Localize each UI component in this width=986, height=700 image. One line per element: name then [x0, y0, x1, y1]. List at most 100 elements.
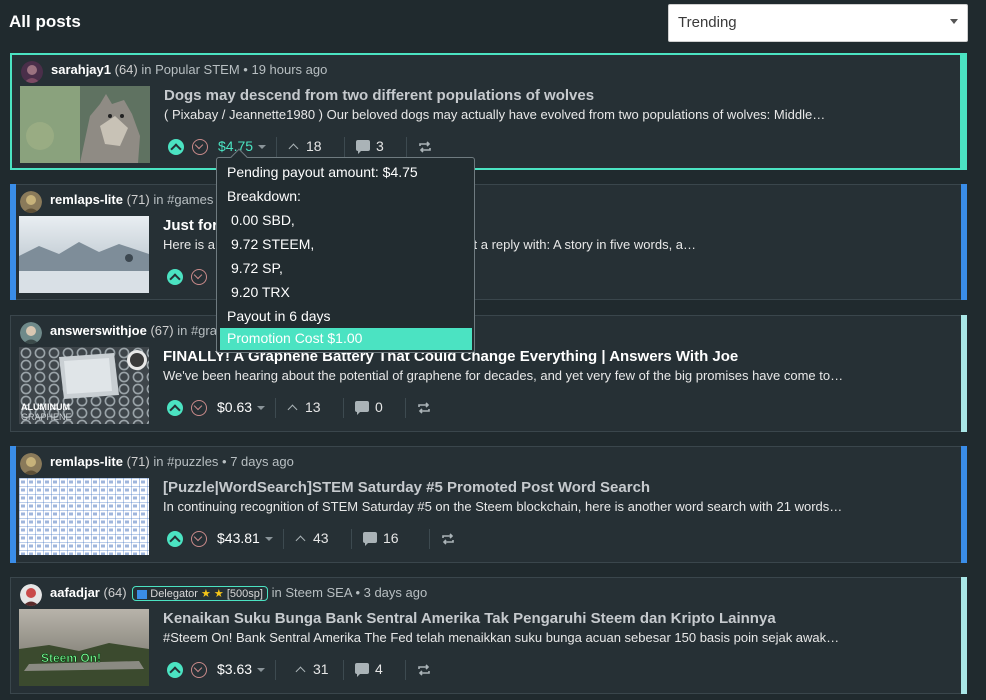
badge-label: Delegator: [150, 588, 198, 600]
community-prefix: in: [153, 192, 164, 207]
comment-count[interactable]: 4: [355, 661, 383, 677]
sort-select[interactable]: Trending: [668, 4, 968, 42]
vote-count-value: 13: [305, 399, 321, 415]
avatar[interactable]: [20, 322, 42, 344]
divider: [275, 398, 276, 418]
comment-count[interactable]: 3: [356, 138, 384, 154]
payout-tooltip: Pending payout amount: $4.75 Breakdown: …: [216, 148, 475, 353]
post-card[interactable]: remlaps-lite (71) in #puzzles • 7 days a…: [10, 446, 967, 563]
post-thumbnail[interactable]: Steem On!: [19, 609, 149, 686]
vote-count[interactable]: 43: [295, 530, 329, 546]
post-title[interactable]: Kenaikan Suku Bunga Bank Sentral Amerika…: [163, 610, 776, 627]
upvote-icon[interactable]: [167, 400, 183, 416]
reblog-icon[interactable]: [418, 140, 432, 153]
upvote-icon[interactable]: [167, 531, 183, 547]
divider: [344, 137, 345, 157]
vote-count-value: 43: [313, 530, 329, 546]
downvote-icon[interactable]: [191, 269, 207, 285]
downvote-icon[interactable]: [191, 400, 207, 416]
author-reputation: (71): [126, 192, 150, 207]
community-prefix: in: [153, 454, 164, 469]
comment-icon: [355, 401, 369, 415]
comment-count[interactable]: 16: [363, 530, 399, 546]
community-prefix: in: [271, 585, 282, 600]
community-link[interactable]: Popular STEM: [155, 62, 240, 77]
chevron-down-icon: [258, 145, 267, 150]
reblog-icon[interactable]: [441, 532, 455, 545]
card-accent: [961, 577, 967, 694]
payout-amount[interactable]: $0.63: [217, 399, 266, 415]
tooltip-pending: Pending payout amount: $4.75: [227, 164, 418, 180]
vote-count-value: 31: [313, 661, 329, 677]
payout-value: $3.63: [217, 661, 253, 677]
community-prefix: in: [141, 62, 152, 77]
card-accent: [960, 54, 966, 169]
post-meta: remlaps-lite (71) in #puzzles • 7 days a…: [50, 454, 294, 469]
divider: [275, 660, 276, 680]
author-link[interactable]: aafadjar: [50, 585, 100, 600]
downvote-icon[interactable]: [192, 139, 208, 155]
comment-icon: [363, 532, 377, 546]
post-summary[interactable]: We've been hearing about the potential o…: [163, 368, 843, 383]
downvote-icon[interactable]: [191, 531, 207, 547]
comment-count-value: 3: [376, 138, 384, 154]
post-thumbnail[interactable]: ALUMINUM GRAPHENE: [19, 347, 149, 424]
post-card[interactable]: sarahjay1 (64) in Popular STEM • 19 hour…: [10, 53, 967, 170]
vote-count[interactable]: 31: [295, 661, 329, 677]
author-reputation: (67): [150, 323, 174, 338]
vote-count[interactable]: 18: [288, 138, 322, 154]
avatar[interactable]: [20, 191, 42, 213]
vote-count-value: 18: [306, 138, 322, 154]
post-time: • 19 hours ago: [243, 62, 328, 77]
post-card[interactable]: remlaps-lite (71) in #games • Just for H…: [10, 184, 967, 300]
author-link[interactable]: answerswithjoe: [50, 323, 147, 338]
comment-count[interactable]: 0: [355, 399, 383, 415]
post-summary[interactable]: In continuing recognition of STEM Saturd…: [163, 499, 842, 514]
author-reputation: (64): [103, 585, 127, 600]
divider: [343, 398, 344, 418]
post-thumbnail[interactable]: [19, 216, 149, 293]
thumb-label: Steem On!: [41, 651, 101, 665]
author-link[interactable]: remlaps-lite: [50, 454, 123, 469]
community-link[interactable]: #puzzles: [167, 454, 218, 469]
post-card[interactable]: aafadjar (64) Delegator ★ ★ [500sp] in S…: [10, 577, 967, 694]
payout-amount[interactable]: $43.81: [217, 530, 273, 546]
comment-count-value: 16: [383, 530, 399, 546]
divider: [351, 529, 352, 549]
post-summary[interactable]: #Steem On! Bank Sentral Amerika The Fed …: [163, 630, 839, 645]
comment-count-value: 0: [375, 399, 383, 415]
community-link[interactable]: Steem SEA: [285, 585, 351, 600]
payout-amount[interactable]: $3.63: [217, 661, 266, 677]
post-thumbnail[interactable]: [20, 86, 150, 163]
reblog-icon[interactable]: [417, 401, 431, 414]
reblog-icon[interactable]: [417, 663, 431, 676]
card-accent: [10, 446, 16, 563]
upvote-icon[interactable]: [167, 662, 183, 678]
post-meta: answerswithjoe (67) in #grap: [50, 323, 224, 338]
community-link[interactable]: #games •: [167, 192, 221, 207]
author-link[interactable]: sarahjay1: [51, 62, 111, 77]
post-summary[interactable]: ( Pixabay / Jeannette1980 ) Our beloved …: [164, 107, 825, 122]
thumb-label: GRAPHENE: [21, 412, 72, 422]
upvote-icon[interactable]: [167, 269, 183, 285]
tooltip-steem: 9.72 STEEM,: [231, 236, 315, 252]
downvote-icon[interactable]: [191, 662, 207, 678]
post-thumbnail[interactable]: [19, 478, 149, 555]
post-card[interactable]: answerswithjoe (67) in #grap ALUMINUM GR…: [10, 315, 967, 432]
post-time: • 7 days ago: [222, 454, 294, 469]
author-link[interactable]: remlaps-lite: [50, 192, 123, 207]
author-reputation: (71): [126, 454, 150, 469]
chevron-down-icon: [257, 406, 266, 411]
post-title[interactable]: Dogs may descend from two different popu…: [164, 87, 594, 104]
upvote-icon[interactable]: [168, 139, 184, 155]
card-accent: [961, 446, 967, 563]
header: All posts Trending: [0, 0, 986, 50]
post-summary[interactable]: Here is a st a reply with: A story in fi…: [163, 237, 696, 252]
vote-count[interactable]: 13: [287, 399, 321, 415]
post-title[interactable]: [Puzzle|WordSearch]STEM Saturday #5 Prom…: [163, 479, 650, 496]
post-title[interactable]: Just for: [163, 217, 218, 234]
chevron-down-icon: [950, 19, 958, 24]
avatar[interactable]: [20, 584, 42, 606]
avatar[interactable]: [20, 453, 42, 475]
avatar[interactable]: [21, 61, 43, 83]
